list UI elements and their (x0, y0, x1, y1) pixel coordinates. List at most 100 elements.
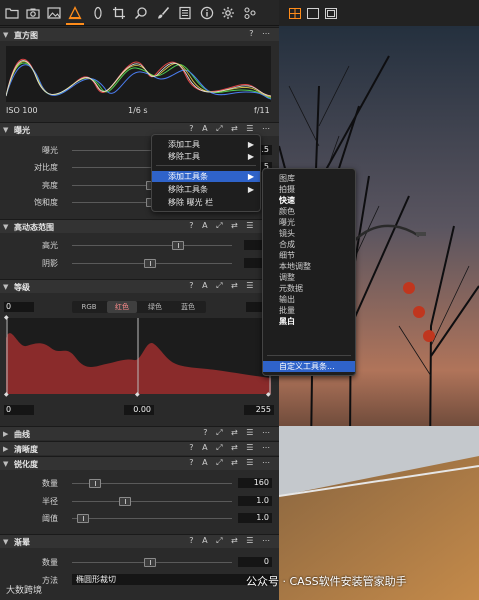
collapse-arrow-icon[interactable]: ▼ (3, 31, 8, 39)
hdr-header[interactable]: ▼ 高动态范围 ? A ⤢ ⇄ ☰ ⋯ (0, 219, 279, 233)
submenu-item-lens[interactable]: 镜头 (263, 228, 355, 239)
submenu-item-local-adjust[interactable]: 本地调整 (263, 261, 355, 272)
submenu-item-library[interactable]: 图库 (263, 173, 355, 184)
submenu-arrow-icon: ▶ (247, 140, 254, 149)
collapse-arrow-icon[interactable]: ▼ (3, 538, 8, 546)
submenu-item-batch[interactable]: 批量 (263, 305, 355, 316)
highlight-value[interactable] (244, 240, 262, 250)
submenu-item-capture[interactable]: 拍摄 (263, 184, 355, 195)
menu-item-add-toolbar[interactable]: 添加工具条 ▶ (152, 171, 260, 182)
submenu-item-details[interactable]: 细节 (263, 250, 355, 261)
levels-input-max[interactable]: 255 (244, 405, 274, 415)
watermark-left: 大数跨境 (6, 586, 43, 596)
levels-handle-right[interactable]: ◆ (266, 391, 271, 398)
submenu-item-black-white[interactable]: 黑白 (263, 316, 355, 327)
histogram-tool-buttons[interactable]: ? ⋯ (249, 29, 273, 38)
curve-tool-buttons[interactable]: ? ⤢ ⇄ ☰ ⋯ (203, 428, 273, 438)
tab-blue[interactable]: 蓝色 (173, 301, 203, 313)
levels-histogram[interactable] (6, 318, 271, 394)
collapse-arrow-icon[interactable]: ▼ (3, 126, 8, 134)
submenu-item-output[interactable]: 输出 (263, 294, 355, 305)
collapse-arrow-icon[interactable]: ▼ (3, 223, 8, 231)
folder-icon[interactable] (5, 6, 19, 20)
sharpen-amount-label: 数量 (42, 479, 58, 488)
submenu-item-adjust[interactable]: 调整 (263, 272, 355, 283)
histogram-header[interactable]: ▼ 直方图 ? ⋯ (0, 27, 279, 41)
vignette-amount-value[interactable]: 0 (238, 557, 272, 567)
curve-header[interactable]: ▶ 曲线 ? ⤢ ⇄ ☰ ⋯ (0, 426, 279, 440)
highlight-slider-track[interactable] (72, 245, 232, 246)
sharpen-radius-label: 半径 (42, 497, 58, 506)
sharpen-amount-slider-knob[interactable] (89, 479, 101, 488)
image-icon[interactable] (47, 6, 61, 20)
submenu-item-quick[interactable]: 快速 (263, 195, 355, 206)
exposure-tool-buttons[interactable]: ? A ⤢ ⇄ ☰ ⋯ (189, 124, 273, 134)
levels-handle-left[interactable]: ◆ (4, 391, 9, 398)
lens-icon[interactable] (91, 6, 105, 20)
vignette-title: 渐晕 (14, 538, 30, 547)
submenu-item-color[interactable]: 颜色 (263, 206, 355, 217)
sharpen-threshold-value[interactable]: 1.0 (238, 513, 272, 523)
sharpen-radius-slider-knob[interactable] (119, 497, 131, 506)
sharpen-radius-slider-track[interactable] (72, 501, 232, 502)
sharpen-threshold-slider-track[interactable] (72, 518, 232, 519)
submenu-item-composition[interactable]: 合成 (263, 239, 355, 250)
vignette-header[interactable]: ▼ 渐晕 ? A ⤢ ⇄ ☰ ⋯ (0, 534, 279, 548)
search-icon[interactable] (134, 6, 148, 20)
info-icon[interactable] (200, 6, 214, 20)
sharpen-amount-value[interactable]: 160 (238, 478, 272, 488)
menu-item-add-tool[interactable]: 添加工具 ▶ (152, 139, 260, 150)
clarity-tool-buttons[interactable]: ? A ⤢ ⇄ ☰ ⋯ (189, 443, 273, 453)
sharpening-header[interactable]: ▼ 锐化度 ? A ⤢ ⇄ ☰ ⋯ (0, 456, 279, 470)
vignette-method-select[interactable]: 椭圆形裁切 (72, 574, 272, 585)
tab-green[interactable]: 绿色 (140, 301, 170, 313)
submenu-item-customize-toolbar[interactable]: 自定义工具条... (263, 361, 355, 372)
collapse-arrow-icon[interactable]: ▼ (3, 460, 8, 468)
clarity-header[interactable]: ▶ 清晰度 ? A ⤢ ⇄ ☰ ⋯ (0, 441, 279, 455)
expand-arrow-icon[interactable]: ▶ (3, 430, 8, 438)
submenu-item-exposure[interactable]: 曝光 (263, 217, 355, 228)
metadata-icon[interactable] (178, 6, 192, 20)
submenu-item-metadata[interactable]: 元数据 (263, 283, 355, 294)
expand-arrow-icon[interactable]: ▶ (3, 445, 8, 453)
sharpen-threshold-label: 阈值 (42, 514, 58, 523)
menu-item-remove-exposure-bar[interactable]: 移除 曝光 栏 (152, 197, 260, 208)
camera-icon[interactable] (26, 6, 40, 20)
hdr-tool-buttons[interactable]: ? A ⤢ ⇄ ☰ ⋯ (189, 221, 273, 231)
shadow-value[interactable] (244, 258, 262, 268)
sharpen-radius-value[interactable]: 1.0 (238, 496, 272, 506)
levels-midtone[interactable]: 0.00 (124, 405, 154, 415)
levels-handle-mid[interactable]: ◆ (135, 391, 140, 398)
adjust-icon[interactable] (68, 6, 82, 20)
shutter-value: 1/6 s (128, 106, 148, 115)
shadow-slider-knob[interactable] (144, 259, 156, 268)
levels-channel-tabs: RGB 红色 绿色 蓝色 (72, 301, 206, 313)
sharpening-tool-buttons[interactable]: ? A ⤢ ⇄ ☰ ⋯ (189, 458, 273, 468)
collapse-arrow-icon[interactable]: ▼ (3, 283, 8, 291)
menu-item-label: 移除 曝光 栏 (168, 198, 214, 207)
levels-header[interactable]: ▼ 等级 ? A ⤢ ⇄ ☰ ⋯ (0, 279, 279, 293)
menu-item-remove-toolbar[interactable]: 移除工具条 ▶ (152, 184, 260, 195)
levels-handle-top-left[interactable]: ◆ (4, 314, 9, 321)
levels-output-min[interactable]: 0 (4, 302, 34, 312)
crop-icon[interactable] (112, 6, 126, 20)
sharpen-threshold-slider-knob[interactable] (77, 514, 89, 523)
levels-tool-buttons[interactable]: ? A ⤢ ⇄ ☰ ⋯ (189, 281, 273, 291)
capture-one-window: ▼ 直方图 ? ⋯ ISO 100 1/6 s f/11 ▼ 曝光 ? A ⤢ … (0, 0, 479, 600)
layers-icon[interactable] (243, 6, 257, 20)
menu-item-remove-tool[interactable]: 移除工具 ▶ (152, 151, 260, 162)
vignette-tool-buttons[interactable]: ? A ⤢ ⇄ ☰ ⋯ (189, 536, 273, 546)
tab-red[interactable]: 红色 (107, 301, 137, 313)
settings-icon[interactable] (221, 6, 235, 20)
tab-rgb[interactable]: RGB (74, 301, 104, 313)
levels-input-min[interactable]: 0 (4, 405, 34, 415)
highlight-slider-knob[interactable] (172, 241, 184, 250)
context-menu: 添加工具 ▶ 移除工具 ▶ 添加工具条 ▶ 移除工具条 ▶ 移除 曝光 栏 (151, 134, 261, 212)
hdr-title: 高动态范围 (14, 223, 54, 232)
vignette-amount-slider-knob[interactable] (144, 558, 156, 567)
single-view-icon[interactable] (307, 8, 319, 19)
compare-view-icon[interactable] (325, 8, 337, 19)
brush-icon[interactable] (156, 6, 170, 20)
grid-view-icon[interactable] (289, 8, 301, 19)
highlight-label: 高光 (42, 241, 58, 250)
